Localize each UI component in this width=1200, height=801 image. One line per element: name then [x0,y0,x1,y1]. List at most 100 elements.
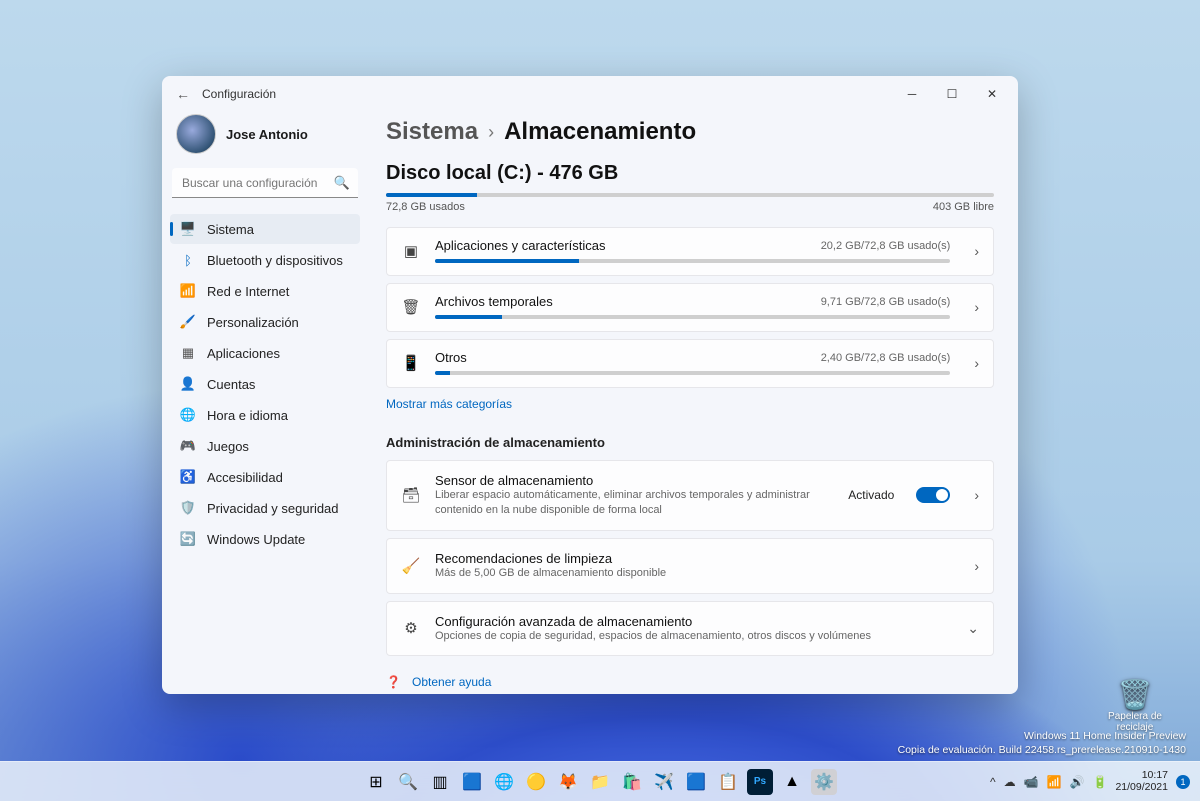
minimize-button[interactable]: ─ [892,80,932,108]
sidebar-item-label: Aplicaciones [207,346,280,361]
storage-category-card[interactable]: 🗑Archivos temporales9,71 GB/72,8 GB usad… [386,283,994,332]
drive-icon[interactable]: ▲ [779,769,805,795]
sidebar-item-juegos[interactable]: 🎮 Juegos [170,431,360,461]
get-help-link[interactable]: Obtener ayuda [412,675,491,689]
category-bar [435,315,950,319]
sidebar-item-label: Cuentas [207,377,255,392]
back-button[interactable]: ← [176,86,198,102]
sidebar-item-privacidad-y-seguridad[interactable]: 🛡️Privacidad y seguridad [170,493,360,523]
photoshop-icon[interactable]: Ps [747,769,773,795]
sidebar-item-red-e-internet[interactable]: 📶Red e Internet [170,276,360,306]
window-title: Configuración [202,87,276,101]
sidebar-item-accesibilidad[interactable]: ♿ Accesibilidad [170,462,360,492]
chevron-right-icon: › [974,355,979,371]
settings-taskbar-icon[interactable]: ⚙️ [811,769,837,795]
storage-category-card[interactable]: 📱Otros2,40 GB/72,8 GB usado(s)› [386,339,994,388]
sidebar-item-label: Hora e idioma [207,408,288,423]
profile-name: Jose Antonio [226,127,308,142]
category-title: Archivos temporales [435,294,553,309]
storage-sense-toggle[interactable] [916,487,950,503]
app-icon-2[interactable]: 📋 [715,769,741,795]
mgmt-title: Recomendaciones de limpieza [435,551,950,566]
management-card[interactable]: 🧹 Recomendaciones de limpiezaMás de 5,00 … [386,538,994,594]
apps-icon: ▦ [180,345,196,361]
task-view[interactable]: ▥ [427,769,453,795]
personalization-icon: 🖌️ [180,314,196,330]
wifi-tray-icon[interactable]: 📶 [1047,775,1062,789]
sidebar-item-windows-update[interactable]: 🔄 Windows Update [170,524,360,554]
battery-tray-icon[interactable]: 🔋 [1092,775,1107,789]
category-usage: 9,71 GB/72,8 GB usado(s) [821,296,951,308]
chevron-right-icon: › [974,487,979,503]
network-icon: 📶 [180,283,196,299]
taskbar-search[interactable]: 🔍 [395,769,421,795]
category-title: Otros [435,350,467,365]
meet-now-icon[interactable]: 📹 [1024,775,1039,789]
app-icon-1[interactable]: 🟦 [683,769,709,795]
update-icon: 🔄 [180,531,196,547]
management-card[interactable]: 🗃 Sensor de almacenamientoLiberar espacio… [386,460,994,531]
chevron-down-icon: ⌄ [967,620,979,637]
storage-category-card[interactable]: ▣Aplicaciones y características20,2 GB/7… [386,227,994,276]
category-bar [435,259,950,263]
main-content: Sistema › Almacenamiento Disco local (C:… [368,112,1018,694]
file-explorer-icon[interactable]: 📁 [587,769,613,795]
storage-sense-icon: 🗃 [401,486,421,504]
search-icon: 🔍 [334,175,350,191]
sidebar-item-bluetooth-y-dispositivos[interactable]: ᛒBluetooth y dispositivos [170,245,360,275]
clock[interactable]: 10:17 21/09/2021 [1115,770,1168,793]
close-button[interactable]: ✕ [972,80,1012,108]
titlebar: ← Configuración ─ ☐ ✕ [162,76,1018,112]
sidebar-item-cuentas[interactable]: 👤 Cuentas [170,369,360,399]
search-input[interactable] [172,168,358,198]
chrome-icon[interactable]: 🟡 [523,769,549,795]
apps-features-icon: ▣ [401,242,421,260]
store-icon[interactable]: 🛍️ [619,769,645,795]
mgmt-title: Sensor de almacenamiento [435,473,834,488]
sidebar-item-personalizaci-n[interactable]: 🖌️Personalización [170,307,360,337]
sidebar-item-hora-e-idioma[interactable]: 🌐Hora e idioma [170,400,360,430]
accounts-icon: 👤 [180,376,196,392]
cleanup-icon: 🧹 [401,557,421,575]
mgmt-subtitle: Liberar espacio automáticamente, elimina… [435,488,834,518]
gaming-icon: 🎮 [180,438,196,454]
sidebar: Jose Antonio 🔍 🖥️SistemaᛒBluetooth y dis… [162,112,368,694]
start-button[interactable]: ⊞ [363,769,389,795]
notification-badge[interactable]: 1 [1176,775,1190,789]
search-box[interactable]: 🔍 [172,168,358,198]
telegram-icon[interactable]: ✈️ [651,769,677,795]
profile[interactable]: Jose Antonio [170,112,360,168]
management-card[interactable]: ⚙Configuración avanzada de almacenamient… [386,601,994,657]
recycle-bin[interactable]: 🗑️ Papelera de reciclaje [1108,678,1162,733]
show-more-categories-link[interactable]: Mostrar más categorías [386,397,512,411]
disk-usage-bar [386,193,994,197]
sidebar-item-label: Juegos [207,439,249,454]
breadcrumb-current: Almacenamiento [504,118,696,146]
accessibility-icon: ♿ [180,469,196,485]
maximize-button[interactable]: ☐ [932,80,972,108]
onedrive-tray-icon[interactable]: ☁ [1004,775,1016,789]
sidebar-item-label: Windows Update [207,532,305,547]
widgets[interactable]: 🟦 [459,769,485,795]
toggle-status: Activado [848,488,894,502]
tray-chevron-icon[interactable]: ^ [990,775,996,789]
sidebar-item-aplicaciones[interactable]: ▦ Aplicaciones [170,338,360,368]
breadcrumb: Sistema › Almacenamiento [386,112,994,146]
firefox-icon[interactable]: 🦊 [555,769,581,795]
bluetooth-icon: ᛒ [180,252,196,268]
disk-free-label: 403 GB libre [933,201,994,213]
volume-tray-icon[interactable]: 🔊 [1070,775,1085,789]
breadcrumb-parent[interactable]: Sistema [386,118,478,146]
storage-management-heading: Administración de almacenamiento [386,435,994,450]
mgmt-subtitle: Más de 5,00 GB de almacenamiento disponi… [435,566,950,581]
other-icon: 📱 [401,354,421,372]
recycle-bin-icon: 🗑️ [1108,678,1162,711]
edge-icon[interactable]: 🌐 [491,769,517,795]
sidebar-item-sistema[interactable]: 🖥️Sistema [170,214,360,244]
sidebar-item-label: Accesibilidad [207,470,283,485]
chevron-right-icon: › [974,558,979,574]
sidebar-item-label: Sistema [207,222,254,237]
privacy-icon: 🛡️ [180,500,196,516]
watermark: Windows 11 Home Insider Preview Copia de… [898,729,1186,757]
category-bar [435,371,950,375]
